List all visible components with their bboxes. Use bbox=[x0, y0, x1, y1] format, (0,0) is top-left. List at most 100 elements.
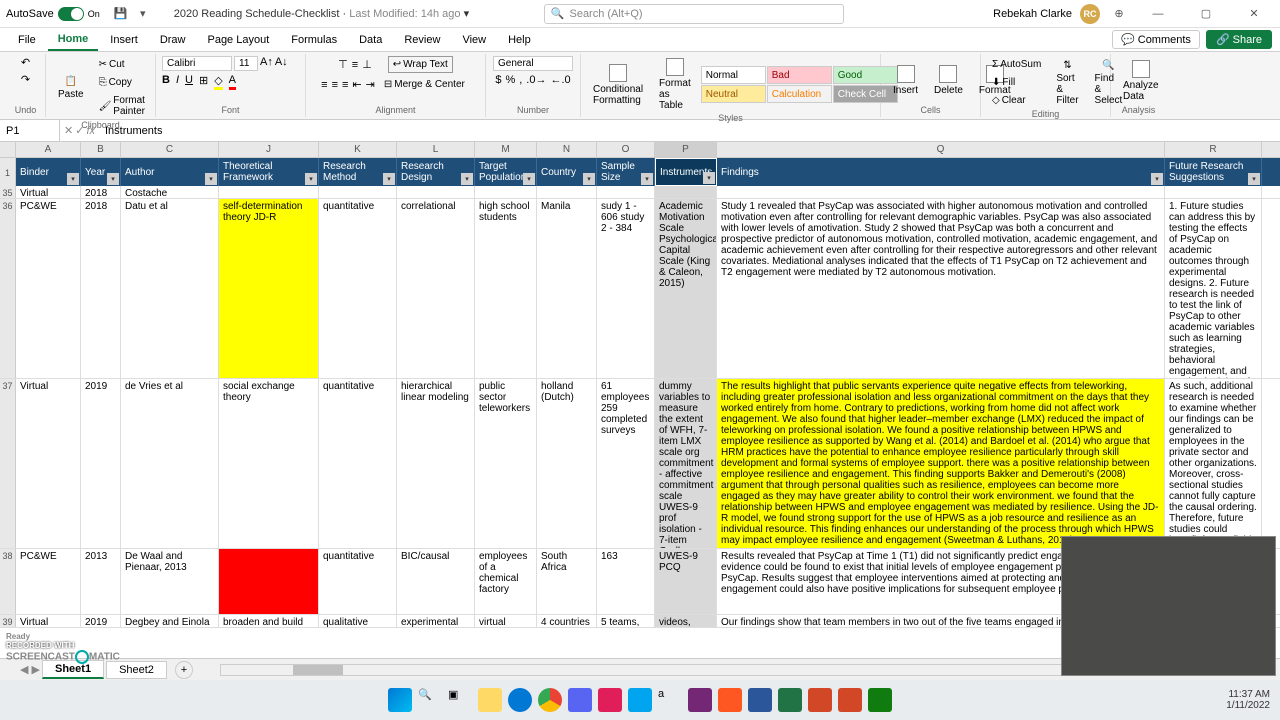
cell[interactable] bbox=[1165, 186, 1262, 198]
col-header[interactable]: L bbox=[397, 142, 475, 157]
col-header[interactable]: R bbox=[1165, 142, 1262, 157]
col-header[interactable]: B bbox=[81, 142, 121, 157]
align-center-icon[interactable]: ≡ bbox=[332, 79, 338, 91]
cell[interactable]: self-determination theory JD-R bbox=[219, 199, 319, 378]
amazon-icon[interactable]: a bbox=[658, 688, 682, 712]
cell[interactable]: The results highlight that public servan… bbox=[717, 379, 1165, 548]
row-header[interactable]: 39 bbox=[0, 615, 16, 627]
redo-icon[interactable]: ↷ bbox=[21, 73, 30, 86]
cell[interactable]: experimental multi-method bbox=[397, 615, 475, 627]
analyze-data-button[interactable]: Analyze Data bbox=[1117, 58, 1165, 104]
cell[interactable]: Virtual bbox=[16, 615, 81, 627]
tab-page-layout[interactable]: Page Layout bbox=[197, 30, 279, 50]
cell[interactable]: 4 countries bbox=[537, 615, 597, 627]
cell[interactable]: 2018 bbox=[81, 186, 121, 198]
cell[interactable]: holland (Dutch) bbox=[537, 379, 597, 548]
style-bad[interactable]: Bad bbox=[767, 66, 832, 84]
font-color-icon[interactable]: A bbox=[229, 74, 236, 90]
autosave-toggle[interactable]: AutoSave On bbox=[6, 7, 100, 21]
name-box[interactable]: P1 bbox=[0, 120, 60, 141]
cell[interactable]: public sector teleworkers bbox=[475, 379, 537, 548]
insert-cells-button[interactable]: Insert bbox=[887, 63, 924, 98]
border-icon[interactable]: ⊞ bbox=[199, 74, 208, 90]
merge-center-button[interactable]: ⊟ Merge & Center bbox=[379, 76, 470, 93]
decimal-inc-icon[interactable]: .0→ bbox=[526, 74, 546, 86]
col-header[interactable]: J bbox=[219, 142, 319, 157]
indent-dec-icon[interactable]: ⇤ bbox=[352, 78, 361, 91]
col-header[interactable]: P bbox=[655, 142, 717, 157]
cut-button[interactable]: ✂ Cut bbox=[94, 56, 150, 73]
avatar[interactable]: RC bbox=[1080, 4, 1100, 24]
task-view-icon[interactable]: ▣ bbox=[448, 688, 472, 712]
close-button[interactable]: ✕ bbox=[1234, 0, 1274, 28]
cell[interactable]: 2019 bbox=[81, 379, 121, 548]
filter-country[interactable]: Country▾ bbox=[537, 158, 597, 186]
user-name[interactable]: Rebekah Clarke bbox=[993, 8, 1072, 20]
cell[interactable]: 1. Future studies can address this by te… bbox=[1165, 199, 1262, 378]
paste-button[interactable]: 📋Paste bbox=[52, 74, 90, 102]
cell[interactable]: As such, additional research is needed t… bbox=[1165, 379, 1262, 548]
cell[interactable]: Costache bbox=[121, 186, 219, 198]
system-clock[interactable]: 11:37 AM1/11/2022 bbox=[1226, 689, 1270, 711]
cell[interactable]: employees of a chemical factory bbox=[475, 549, 537, 614]
align-left-icon[interactable]: ≡ bbox=[321, 79, 327, 91]
cell[interactable]: high school students bbox=[475, 199, 537, 378]
col-header[interactable]: K bbox=[319, 142, 397, 157]
add-sheet-button[interactable]: + bbox=[175, 661, 193, 679]
cell[interactable]: Degbey and Einola bbox=[121, 615, 219, 627]
cell[interactable]: dummy variables to measure the extent of… bbox=[655, 379, 717, 548]
excel-icon[interactable] bbox=[778, 688, 802, 712]
filter-findings[interactable]: Findings▾ bbox=[717, 158, 1165, 186]
clear-button[interactable]: ◇ Clear bbox=[987, 92, 1046, 109]
formula-input[interactable]: Instruments bbox=[99, 125, 1280, 137]
italic-button[interactable]: I bbox=[176, 74, 179, 90]
cell[interactable] bbox=[319, 186, 397, 198]
decrease-font-icon[interactable]: A↓ bbox=[275, 56, 288, 71]
increase-font-icon[interactable]: A↑ bbox=[260, 56, 273, 71]
filter-sample[interactable]: Sample Size▾ bbox=[597, 158, 655, 186]
cell[interactable]: 2018 bbox=[81, 199, 121, 378]
cell[interactable]: Virtual bbox=[16, 186, 81, 198]
underline-button[interactable]: U bbox=[185, 74, 193, 90]
powerpoint-icon[interactable] bbox=[838, 688, 862, 712]
cell[interactable]: videos, essays, interviews, field bbox=[655, 615, 717, 627]
cell[interactable]: 163 bbox=[597, 549, 655, 614]
percent-icon[interactable]: % bbox=[505, 74, 515, 86]
app-icon[interactable] bbox=[628, 688, 652, 712]
comments-button[interactable]: 💬 Comments bbox=[1112, 30, 1200, 49]
filter-future[interactable]: Future Research Suggestions▾ bbox=[1165, 158, 1262, 186]
cell[interactable] bbox=[655, 186, 717, 198]
minimize-button[interactable]: — bbox=[1138, 0, 1178, 28]
app-icon[interactable] bbox=[868, 688, 892, 712]
cell[interactable]: De Waal and Pienaar, 2013 bbox=[121, 549, 219, 614]
conditional-formatting-button[interactable]: Conditional Formatting bbox=[587, 62, 649, 108]
cell[interactable]: hierarchical linear modeling bbox=[397, 379, 475, 548]
font-size-select[interactable]: 11 bbox=[234, 56, 258, 71]
cell[interactable]: Virtual bbox=[16, 379, 81, 548]
font-name-select[interactable]: Calibri bbox=[162, 56, 232, 71]
cell[interactable] bbox=[219, 186, 319, 198]
sort-filter-button[interactable]: ⇅Sort & Filter bbox=[1050, 58, 1084, 108]
format-as-table-button[interactable]: Format as Table bbox=[653, 56, 697, 113]
col-header[interactable]: Q bbox=[717, 142, 1165, 157]
cell[interactable] bbox=[475, 186, 537, 198]
col-header[interactable]: A bbox=[16, 142, 81, 157]
edge-icon[interactable] bbox=[508, 688, 532, 712]
align-top-icon[interactable]: ⊤ bbox=[338, 58, 348, 71]
cell[interactable]: 2019 bbox=[81, 615, 121, 627]
cell[interactable]: quantitative bbox=[319, 379, 397, 548]
share-button[interactable]: 🔗 Share bbox=[1206, 30, 1272, 49]
filter-instruments[interactable]: Instruments▾ bbox=[655, 158, 717, 186]
app-icon[interactable] bbox=[718, 688, 742, 712]
format-painter-button[interactable]: 🖌 Format Painter bbox=[94, 92, 150, 120]
bold-button[interactable]: B bbox=[162, 74, 170, 90]
row-header[interactable]: 36 bbox=[0, 199, 16, 378]
dropdown-icon[interactable]: ▾ bbox=[135, 6, 151, 22]
toggle-icon[interactable] bbox=[58, 7, 84, 21]
search-input[interactable]: 🔍 Search (Alt+Q) bbox=[544, 4, 844, 24]
decimal-dec-icon[interactable]: ←.0 bbox=[550, 74, 570, 86]
tab-help[interactable]: Help bbox=[498, 30, 541, 50]
globe-icon[interactable]: ⊕ bbox=[1111, 6, 1127, 22]
col-header[interactable]: M bbox=[475, 142, 537, 157]
enter-formula-icon[interactable]: ✓ bbox=[75, 124, 84, 137]
